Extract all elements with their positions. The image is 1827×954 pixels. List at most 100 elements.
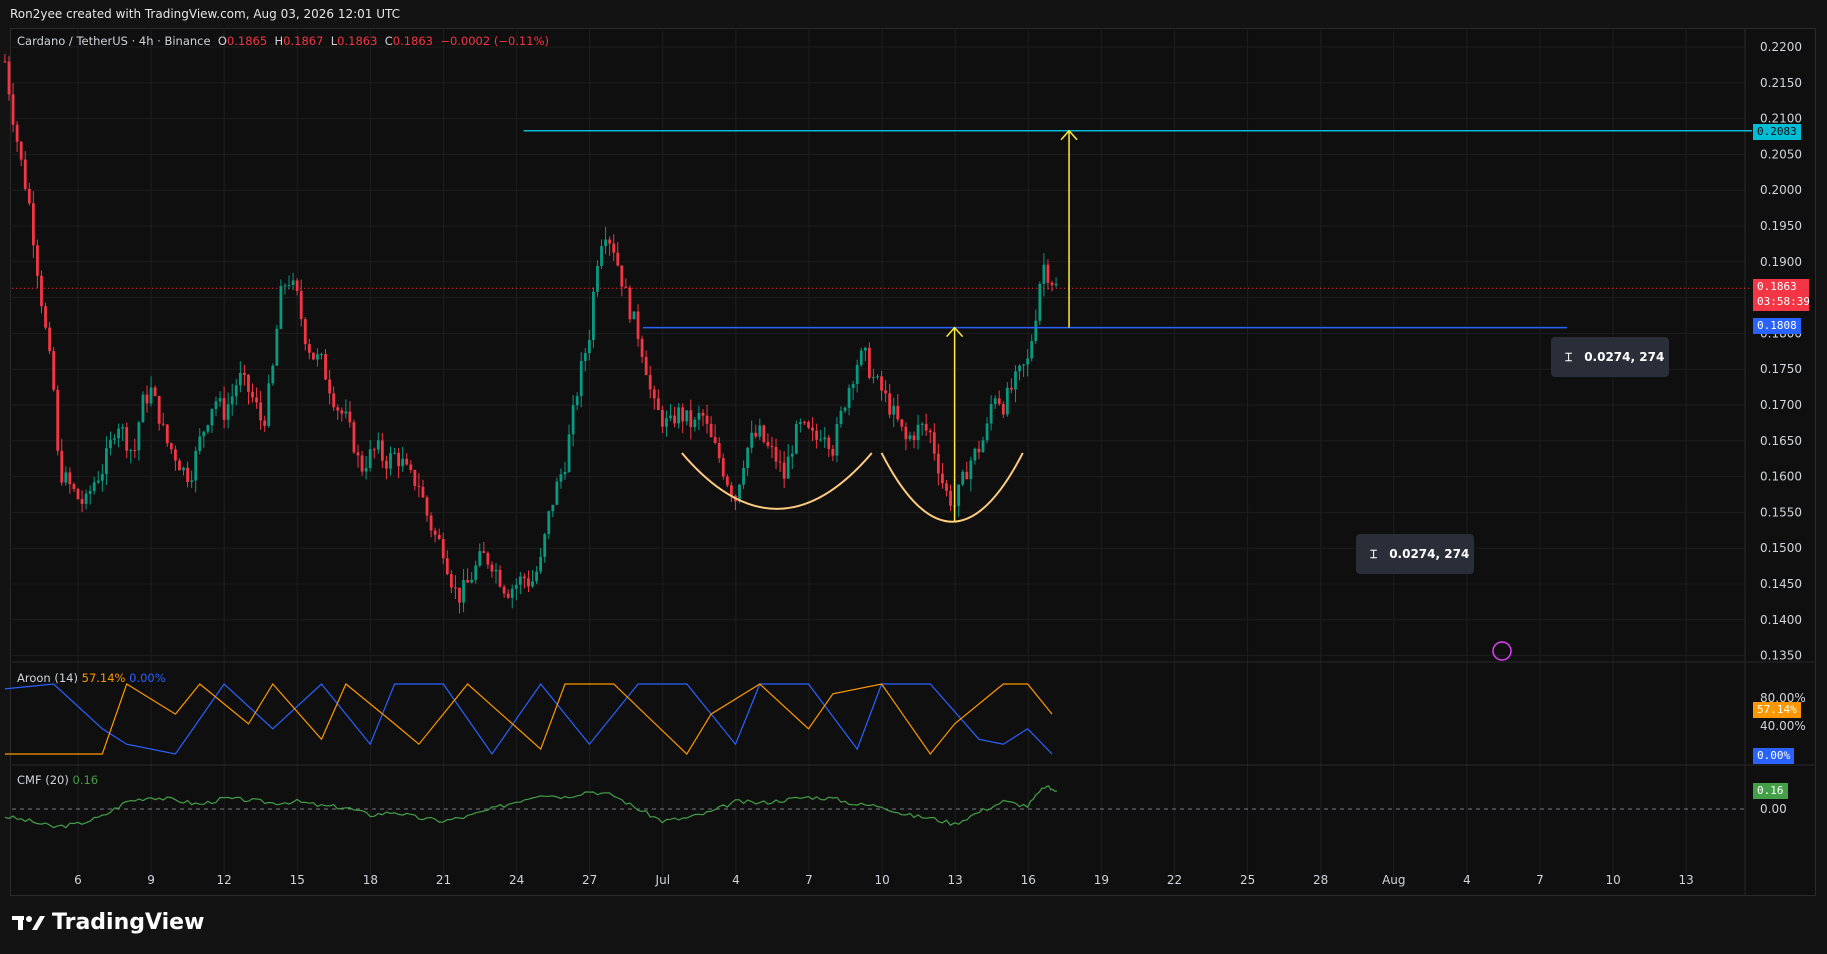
candle-body (1026, 358, 1030, 365)
candle-body (360, 455, 364, 472)
candle-body (1030, 341, 1034, 359)
cmf-name: CMF (20) (17, 773, 69, 787)
candle-body (190, 480, 194, 483)
candle-body (985, 423, 989, 441)
time-tick-label: 4 (1463, 873, 1471, 887)
candle-body (705, 415, 709, 424)
price-tick-label: 0.2050 (1760, 147, 1802, 161)
candle-body (316, 354, 319, 360)
candle-body (559, 474, 563, 482)
candle-body (1038, 283, 1042, 321)
time-tick-label: 19 (1094, 873, 1109, 887)
candle-body (1046, 264, 1050, 283)
candle-body (356, 452, 360, 456)
candle-body (620, 265, 624, 287)
candle-body (462, 580, 465, 603)
aroon-up-value: 57.14% (81, 671, 126, 685)
candle-body (206, 425, 210, 432)
candle-body (259, 402, 263, 421)
candle-body (567, 434, 571, 472)
candle-body (965, 471, 969, 480)
candle-body (1050, 282, 1054, 286)
candle-body (169, 443, 173, 450)
candle-body (811, 427, 814, 431)
tradingview-logo[interactable]: TradingView (12, 910, 204, 935)
candle-body (1010, 387, 1013, 390)
candle-body (729, 485, 733, 496)
candle-body (876, 376, 879, 378)
candle-body (1042, 264, 1046, 284)
candle-body (932, 432, 936, 454)
time-tick-label: 18 (363, 873, 378, 887)
candle-body (920, 423, 924, 425)
candle-body (689, 410, 693, 428)
candle-body (56, 389, 60, 451)
candle-body (413, 470, 417, 486)
candle-body (592, 291, 595, 341)
candle-body (222, 398, 226, 420)
projection-measure[interactable]: ⌶ 0.0274, 274 (1551, 337, 1669, 377)
candle-body (685, 410, 689, 422)
ruler-icon: ⌶ (1370, 546, 1378, 561)
candle-body (827, 437, 831, 449)
aroon-pane: 80.00%40.00% (4, 682, 1806, 756)
candle-body (352, 422, 356, 453)
candle-body (547, 511, 551, 535)
candle-body (892, 405, 896, 415)
candle-body (320, 354, 323, 356)
candle-body (1022, 364, 1025, 366)
candle-body (251, 391, 254, 398)
candle-body (531, 581, 534, 587)
candle-body (709, 423, 713, 438)
candle-body (924, 423, 928, 431)
candle-body (506, 593, 510, 598)
time-tick-label: 15 (290, 873, 305, 887)
candle-body (84, 493, 88, 504)
candle-body (198, 436, 202, 451)
candle-body (291, 280, 295, 286)
candle-body (758, 425, 762, 437)
high-label: H (274, 34, 284, 48)
time-tick-label: 13 (948, 873, 963, 887)
candle-body (904, 426, 908, 440)
candle-body (510, 588, 514, 598)
candle-body (823, 437, 827, 440)
candle-body (218, 398, 222, 402)
candle-body (186, 467, 189, 483)
cmf-badge: 0.16 (1753, 783, 1788, 799)
candle-body (847, 387, 851, 408)
candle-body (324, 354, 327, 380)
candle-body (109, 439, 112, 449)
time-tick-label: 25 (1240, 873, 1255, 887)
candle-body (993, 398, 997, 405)
candle-body (681, 407, 685, 422)
candle-body (364, 467, 368, 472)
candle-body (523, 576, 526, 579)
candle-body (575, 396, 579, 406)
candle-body (774, 446, 778, 462)
candle-body (880, 376, 883, 391)
candle-body (1001, 403, 1005, 415)
candle-body (340, 410, 344, 414)
candle-body (851, 383, 855, 388)
candle-body (149, 387, 153, 404)
candle-body (275, 328, 279, 366)
candle-body (194, 450, 198, 481)
candle-body (157, 395, 161, 424)
candle-body (105, 448, 108, 475)
candle-body (336, 407, 340, 411)
candle-body (859, 350, 863, 365)
depth-measure[interactable]: ⌶ 0.0274, 274 (1356, 534, 1474, 574)
candle-body (64, 472, 68, 483)
candle-body (555, 481, 559, 505)
time-tick-label: 13 (1679, 873, 1694, 887)
price-chart[interactable]: 0.22000.21500.21000.20500.20000.19500.19… (0, 0, 1827, 954)
close-label: C (384, 34, 393, 48)
candle-body (945, 483, 948, 491)
candle-body (490, 564, 494, 572)
candle-body (96, 480, 100, 483)
candle-body (255, 397, 258, 403)
candle-body (441, 539, 445, 559)
price-tick-label: 0.1650 (1760, 434, 1802, 448)
candle-body (1018, 365, 1021, 372)
